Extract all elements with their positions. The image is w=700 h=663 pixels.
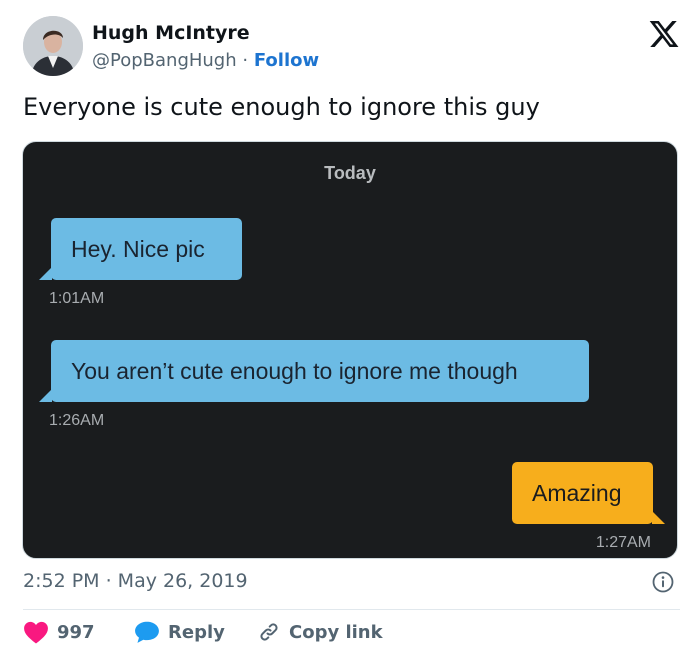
tweet-timestamp[interactable]: 2:52 PM · May 26, 2019 xyxy=(23,570,248,592)
like-button[interactable]: 997 xyxy=(23,620,95,644)
message-text: Hey. Nice pic xyxy=(71,235,205,262)
message-bubble-outgoing: Amazing xyxy=(512,462,665,524)
message-text: You aren’t cute enough to ignore me thou… xyxy=(71,357,518,384)
avatar[interactable] xyxy=(23,16,83,76)
copy-link-button[interactable]: Copy link xyxy=(257,620,383,644)
link-icon xyxy=(257,620,281,644)
author-handle[interactable]: @PopBangHugh xyxy=(92,50,237,71)
divider xyxy=(23,609,680,610)
author-handle-line: @PopBangHugh · Follow xyxy=(92,50,319,71)
message-time: 1:26AM xyxy=(49,412,105,429)
message-bubble-incoming: Hey. Nice pic xyxy=(39,218,242,280)
x-logo-icon[interactable] xyxy=(648,18,680,50)
chat-screenshot[interactable]: Today Hey. Nice pic 1:01AM You aren’t cu… xyxy=(22,141,678,559)
message-text: Amazing xyxy=(532,479,622,506)
message-time: 1:27AM xyxy=(595,534,651,551)
chat-date-header: Today xyxy=(324,163,376,183)
reply-button[interactable]: Reply xyxy=(134,620,225,644)
reply-label: Reply xyxy=(168,621,225,643)
copy-link-label: Copy link xyxy=(289,621,383,643)
like-count: 997 xyxy=(57,621,95,643)
info-icon[interactable] xyxy=(652,571,674,593)
author-name[interactable]: Hugh McIntyre xyxy=(92,22,250,44)
tweet-text: Everyone is cute enough to ignore this g… xyxy=(23,93,540,121)
speech-bubble-icon xyxy=(134,620,160,644)
tweet-header: Hugh McIntyre @PopBangHugh · Follow xyxy=(23,16,680,78)
message-time: 1:01AM xyxy=(49,290,105,307)
handle-separator: · xyxy=(242,50,249,71)
message-bubble-incoming: You aren’t cute enough to ignore me thou… xyxy=(39,340,589,402)
follow-button[interactable]: Follow xyxy=(254,50,319,71)
heart-icon xyxy=(23,620,49,644)
